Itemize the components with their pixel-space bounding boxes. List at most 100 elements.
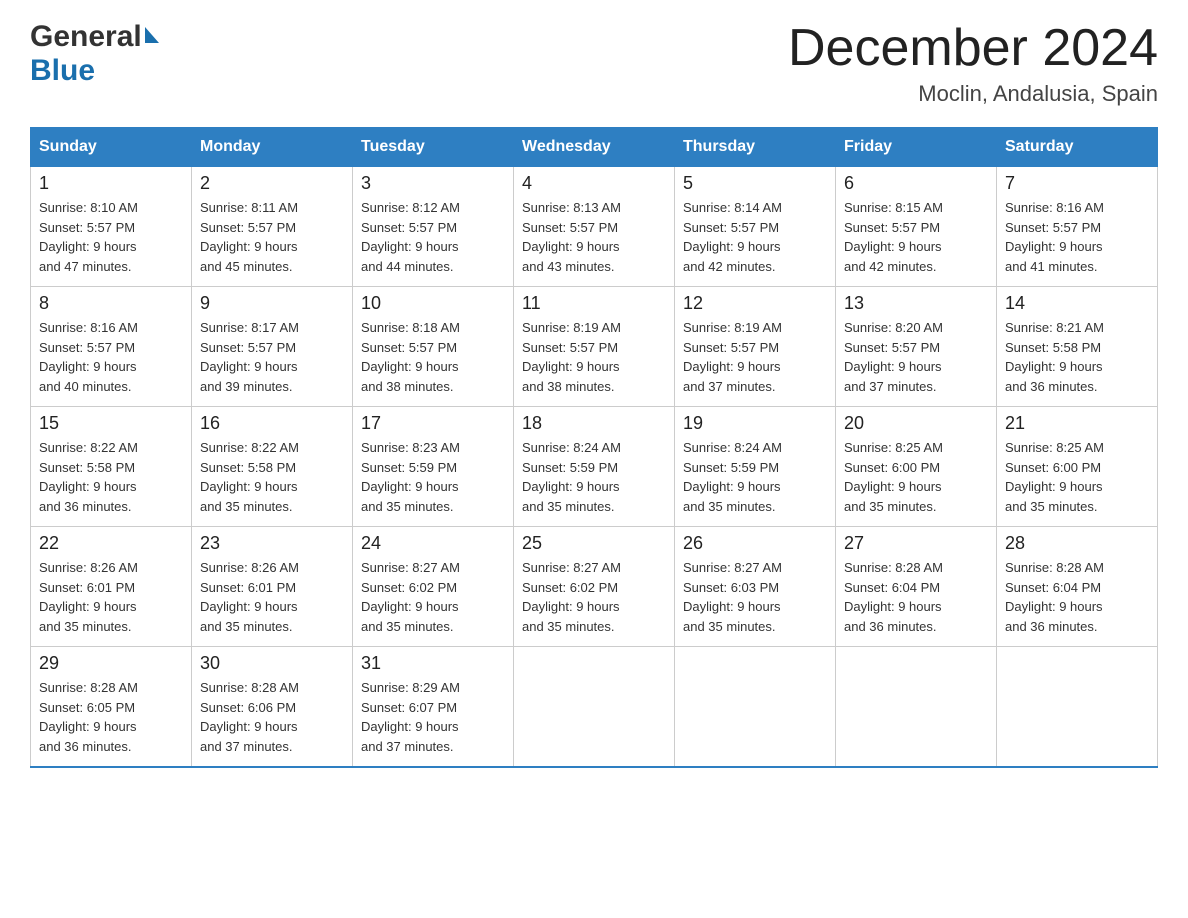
header-thursday: Thursday [675,128,836,167]
day-number: 15 [39,413,183,434]
calendar-week-row: 1Sunrise: 8:10 AM Sunset: 5:57 PM Daylig… [31,167,1158,287]
calendar-header-row: Sunday Monday Tuesday Wednesday Thursday… [31,128,1158,167]
calendar-cell: 3 Sunrise: 8:12 AM Sunset: 5:57 PM Daylig… [353,167,514,287]
day-number: 10 [361,293,505,314]
day-number: 8 [39,293,183,314]
calendar-cell: 27 Sunrise: 8:28 AM Sunset: 6:04 PM Dayli… [836,527,997,647]
day-info: Sunrise: 8:21 AM Sunset: 5:58 PM Dayligh… [1005,318,1149,396]
calendar-cell: 5Sunrise: 8:14 AM Sunset: 5:57 PM Daylig… [675,167,836,287]
day-number: 6 [844,173,988,194]
calendar-cell: 25Sunrise: 8:27 AM Sunset: 6:02 PM Dayli… [514,527,675,647]
day-number: 1 [39,173,183,194]
calendar-cell: 9 Sunrise: 8:17 AM Sunset: 5:57 PM Daylig… [192,287,353,407]
calendar-cell: 28 Sunrise: 8:28 AM Sunset: 6:04 PM Dayli… [997,527,1158,647]
day-number: 3 [361,173,505,194]
day-number: 16 [200,413,344,434]
header-tuesday: Tuesday [353,128,514,167]
day-info: Sunrise: 8:12 AM Sunset: 5:57 PM Dayligh… [361,198,505,276]
title-block: December 2024 Moclin, Andalusia, Spain [788,20,1158,107]
day-number: 28 [1005,533,1149,554]
calendar-week-row: 15 Sunrise: 8:22 AM Sunset: 5:58 PM Dayli… [31,407,1158,527]
day-info: Sunrise: 8:25 AM Sunset: 6:00 PM Dayligh… [844,438,988,516]
logo-general-text: General [30,20,142,54]
calendar-cell: 16 Sunrise: 8:22 AM Sunset: 5:58 PM Dayli… [192,407,353,527]
day-info: Sunrise: 8:19 AM Sunset: 5:57 PM Dayligh… [522,318,666,396]
day-info: Sunrise: 8:11 AM Sunset: 5:57 PM Dayligh… [200,198,344,276]
calendar-cell: 21 Sunrise: 8:25 AM Sunset: 6:00 PM Dayli… [997,407,1158,527]
calendar-cell: 22 Sunrise: 8:26 AM Sunset: 6:01 PM Dayli… [31,527,192,647]
calendar-cell: 18 Sunrise: 8:24 AM Sunset: 5:59 PM Dayli… [514,407,675,527]
logo-arrow-icon [145,27,159,43]
day-info: Sunrise: 8:15 AM Sunset: 5:57 PM Dayligh… [844,198,988,276]
day-number: 25 [522,533,666,554]
day-info: Sunrise: 8:16 AM Sunset: 5:57 PM Dayligh… [39,318,183,396]
calendar-cell: 31Sunrise: 8:29 AM Sunset: 6:07 PM Dayli… [353,647,514,768]
day-info: Sunrise: 8:28 AM Sunset: 6:04 PM Dayligh… [1005,558,1149,636]
day-info: Sunrise: 8:18 AM Sunset: 5:57 PM Dayligh… [361,318,505,396]
day-info: Sunrise: 8:27 AM Sunset: 6:03 PM Dayligh… [683,558,827,636]
calendar-cell: 4Sunrise: 8:13 AM Sunset: 5:57 PM Daylig… [514,167,675,287]
calendar-cell [514,647,675,768]
calendar-cell: 10 Sunrise: 8:18 AM Sunset: 5:57 PM Dayli… [353,287,514,407]
calendar-cell: 7Sunrise: 8:16 AM Sunset: 5:57 PM Daylig… [997,167,1158,287]
day-info: Sunrise: 8:22 AM Sunset: 5:58 PM Dayligh… [39,438,183,516]
day-number: 18 [522,413,666,434]
calendar-cell: 11 Sunrise: 8:19 AM Sunset: 5:57 PM Dayli… [514,287,675,407]
day-number: 17 [361,413,505,434]
day-number: 23 [200,533,344,554]
day-number: 30 [200,653,344,674]
header-friday: Friday [836,128,997,167]
day-info: Sunrise: 8:24 AM Sunset: 5:59 PM Dayligh… [683,438,827,516]
logo-line2: Blue [30,54,95,88]
day-number: 31 [361,653,505,674]
day-info: Sunrise: 8:22 AM Sunset: 5:58 PM Dayligh… [200,438,344,516]
day-number: 22 [39,533,183,554]
sub-title: Moclin, Andalusia, Spain [788,81,1158,107]
day-number: 27 [844,533,988,554]
day-number: 9 [200,293,344,314]
calendar-cell: 17Sunrise: 8:23 AM Sunset: 5:59 PM Dayli… [353,407,514,527]
day-info: Sunrise: 8:28 AM Sunset: 6:05 PM Dayligh… [39,678,183,756]
calendar-week-row: 22 Sunrise: 8:26 AM Sunset: 6:01 PM Dayli… [31,527,1158,647]
header-monday: Monday [192,128,353,167]
calendar-cell: 13Sunrise: 8:20 AM Sunset: 5:57 PM Dayli… [836,287,997,407]
day-number: 11 [522,293,666,314]
main-title: December 2024 [788,20,1158,77]
calendar-cell [836,647,997,768]
calendar-cell: 1Sunrise: 8:10 AM Sunset: 5:57 PM Daylig… [31,167,192,287]
logo-line1: General [30,20,159,54]
header-wednesday: Wednesday [514,128,675,167]
day-info: Sunrise: 8:14 AM Sunset: 5:57 PM Dayligh… [683,198,827,276]
calendar-cell: 2Sunrise: 8:11 AM Sunset: 5:57 PM Daylig… [192,167,353,287]
calendar-cell: 6 Sunrise: 8:15 AM Sunset: 5:57 PM Daylig… [836,167,997,287]
day-info: Sunrise: 8:26 AM Sunset: 6:01 PM Dayligh… [39,558,183,636]
logo: General Blue [30,20,159,88]
day-number: 29 [39,653,183,674]
calendar-week-row: 29 Sunrise: 8:28 AM Sunset: 6:05 PM Dayli… [31,647,1158,768]
calendar-cell: 8 Sunrise: 8:16 AM Sunset: 5:57 PM Daylig… [31,287,192,407]
calendar-cell: 24Sunrise: 8:27 AM Sunset: 6:02 PM Dayli… [353,527,514,647]
page-header: General Blue December 2024 Moclin, Andal… [30,20,1158,107]
calendar-cell: 14 Sunrise: 8:21 AM Sunset: 5:58 PM Dayli… [997,287,1158,407]
day-number: 26 [683,533,827,554]
calendar-cell: 30 Sunrise: 8:28 AM Sunset: 6:06 PM Dayli… [192,647,353,768]
calendar-table: Sunday Monday Tuesday Wednesday Thursday… [30,127,1158,768]
day-number: 24 [361,533,505,554]
day-number: 14 [1005,293,1149,314]
day-info: Sunrise: 8:28 AM Sunset: 6:06 PM Dayligh… [200,678,344,756]
calendar-week-row: 8 Sunrise: 8:16 AM Sunset: 5:57 PM Daylig… [31,287,1158,407]
day-info: Sunrise: 8:24 AM Sunset: 5:59 PM Dayligh… [522,438,666,516]
day-number: 21 [1005,413,1149,434]
calendar-cell: 29 Sunrise: 8:28 AM Sunset: 6:05 PM Dayli… [31,647,192,768]
day-info: Sunrise: 8:20 AM Sunset: 5:57 PM Dayligh… [844,318,988,396]
calendar-cell: 15 Sunrise: 8:22 AM Sunset: 5:58 PM Dayli… [31,407,192,527]
calendar-cell: 20Sunrise: 8:25 AM Sunset: 6:00 PM Dayli… [836,407,997,527]
calendar-cell: 26 Sunrise: 8:27 AM Sunset: 6:03 PM Dayli… [675,527,836,647]
day-info: Sunrise: 8:25 AM Sunset: 6:00 PM Dayligh… [1005,438,1149,516]
day-info: Sunrise: 8:16 AM Sunset: 5:57 PM Dayligh… [1005,198,1149,276]
day-info: Sunrise: 8:17 AM Sunset: 5:57 PM Dayligh… [200,318,344,396]
day-info: Sunrise: 8:26 AM Sunset: 6:01 PM Dayligh… [200,558,344,636]
day-info: Sunrise: 8:19 AM Sunset: 5:57 PM Dayligh… [683,318,827,396]
day-info: Sunrise: 8:28 AM Sunset: 6:04 PM Dayligh… [844,558,988,636]
calendar-cell: 23 Sunrise: 8:26 AM Sunset: 6:01 PM Dayli… [192,527,353,647]
